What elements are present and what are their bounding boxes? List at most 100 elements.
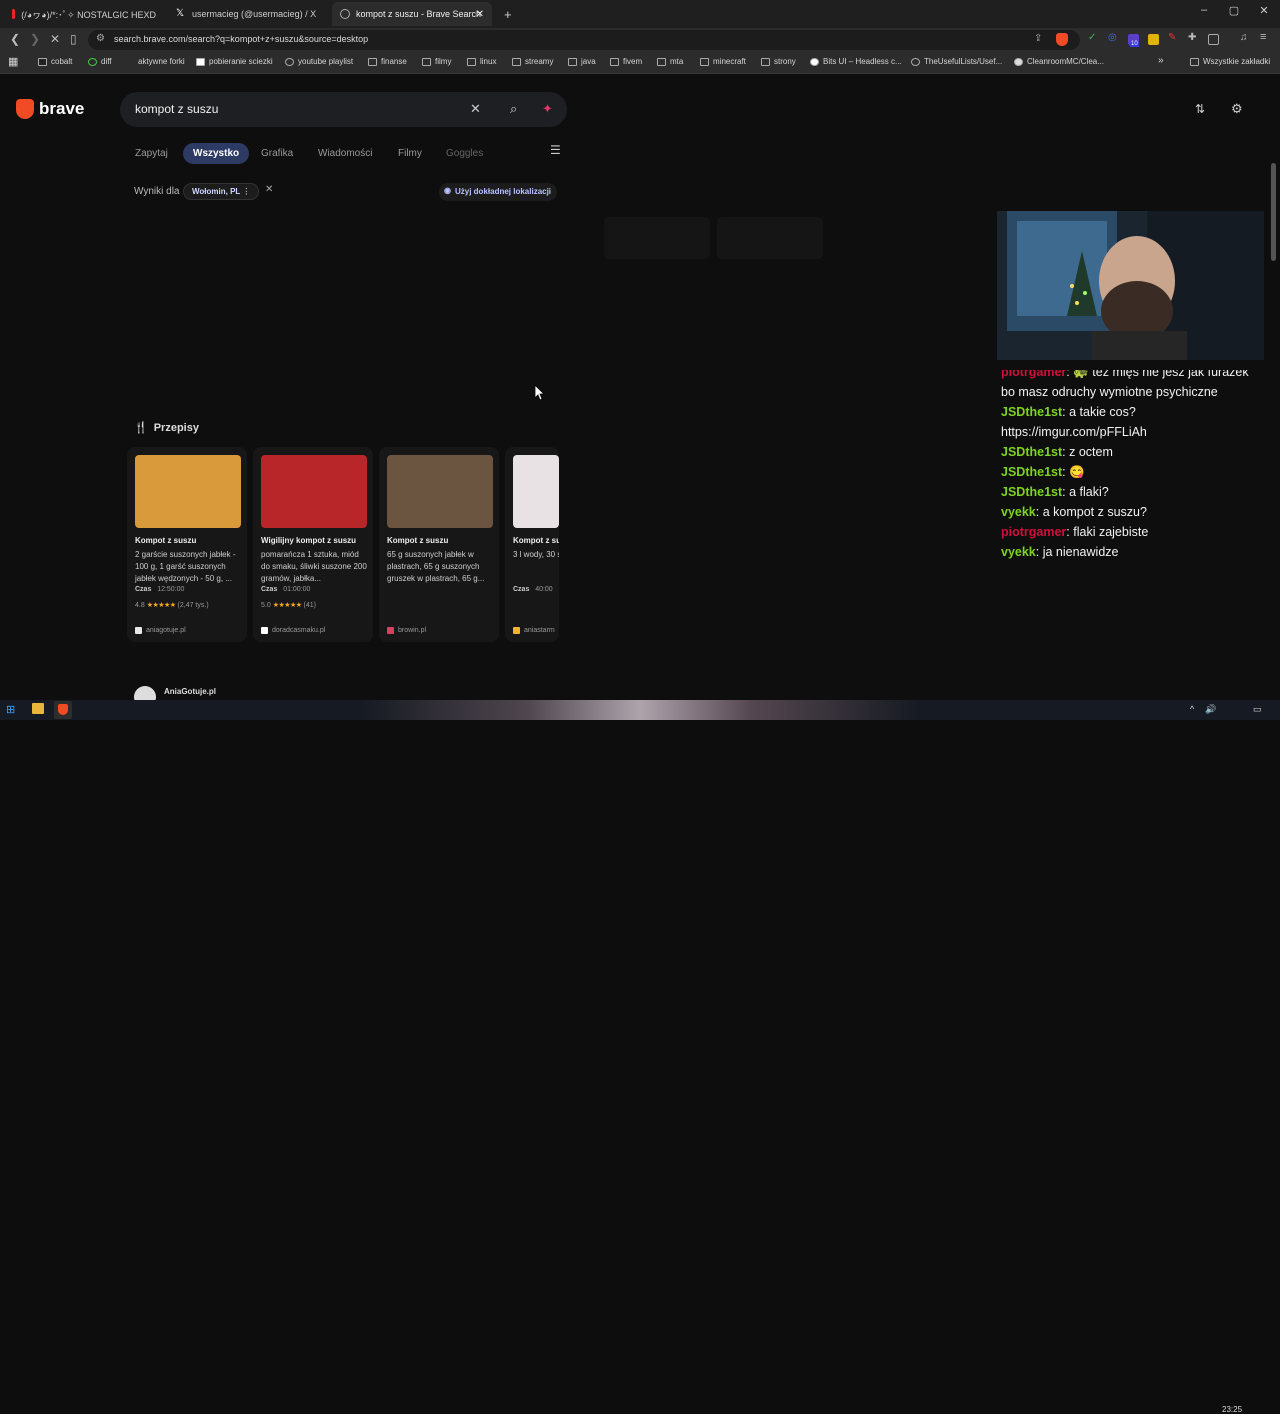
- tab-wszystko[interactable]: Wszystko: [183, 143, 250, 164]
- bookmark-item[interactable]: aktywne forki: [125, 57, 185, 66]
- tab-strip: (/◕ヮ◕)/*:･ﾟ✧ NOSTALGIC HEXD 𝕏 usermacieg…: [0, 0, 1280, 28]
- tab-brave-search[interactable]: kompot z suszu - Brave Search ✕: [332, 2, 492, 26]
- search-input[interactable]: kompot z suszu: [135, 102, 218, 116]
- chat-username[interactable]: JSDthe1st: [1001, 465, 1062, 479]
- recipe-card[interactable]: Kompot z su 3 l wody, 30 śliwek, 200 jabł…: [505, 447, 559, 642]
- ai-assistant-icon[interactable]: ✦: [542, 101, 553, 117]
- recipe-card[interactable]: Kompot z suszu 65 g suszonych jabłek w pl…: [379, 447, 499, 642]
- chat-username[interactable]: piotrgamer: [1001, 370, 1066, 379]
- sidebar-icon[interactable]: [1208, 34, 1219, 45]
- tab-label: usermacieg (@usermacieg) / X: [192, 9, 317, 19]
- recipe-card[interactable]: Wigilijny kompot z suszu pomarańcza 1 szt…: [253, 447, 373, 642]
- wallet-extension-icon[interactable]: ◎: [1108, 32, 1119, 43]
- bookmark-icon[interactable]: ▯: [70, 32, 77, 46]
- chat-text: a flaki?: [1065, 485, 1109, 499]
- stop-loading-icon[interactable]: ✕: [50, 32, 60, 46]
- notifications-icon[interactable]: ▭: [1253, 704, 1262, 715]
- site-info-icon[interactable]: ⚙: [96, 33, 105, 44]
- recipe-ingredients: 2 garście suszonych jabłek - 100 g, 1 ga…: [135, 550, 236, 583]
- brave-taskbar-button[interactable]: [54, 701, 72, 719]
- chat-username[interactable]: piotrgamer: [1001, 525, 1066, 539]
- share-icon[interactable]: ⇪: [1034, 33, 1042, 44]
- bookmark-folder[interactable]: finanse: [368, 57, 407, 66]
- bookmark-folder[interactable]: strony: [761, 57, 796, 66]
- bookmarks-overflow-button[interactable]: »: [1158, 55, 1164, 66]
- brave-logo[interactable]: brave: [16, 99, 84, 119]
- filters-icon[interactable]: ☰: [550, 143, 561, 157]
- tab-zapytaj[interactable]: Zapytaj: [125, 143, 178, 164]
- chat-message: JSDthe1st: z octem: [1001, 445, 1113, 459]
- system-clock[interactable]: 23:25: [1222, 1405, 1242, 1414]
- tab-filmy[interactable]: Filmy: [388, 143, 432, 164]
- exact-location-button[interactable]: ◉ Użyj dokładnej lokalizacji: [439, 183, 558, 201]
- settings-gear-icon[interactable]: ⚙: [1231, 101, 1243, 117]
- tab-goggles[interactable]: Goggles: [436, 143, 493, 164]
- close-window-button[interactable]: ✕: [1249, 4, 1279, 17]
- bookmark-item[interactable]: Bits UI – Headless c...: [810, 57, 902, 66]
- bookmark-folder[interactable]: fivem: [610, 57, 642, 66]
- forward-icon[interactable]: ❯: [30, 32, 40, 46]
- menu-icon[interactable]: ≡: [1260, 31, 1271, 43]
- bookmark-item[interactable]: diff: [88, 57, 112, 66]
- tab-grafika[interactable]: Grafika: [251, 143, 303, 164]
- bookmark-folder[interactable]: linux: [467, 57, 496, 66]
- bookmark-item[interactable]: TheUsefulLists/Usef...: [911, 57, 1002, 66]
- check-extension-icon[interactable]: ✓: [1088, 32, 1099, 43]
- search-box[interactable]: kompot z suszu ✕ ⌕ ✦: [120, 92, 567, 127]
- recipe-source[interactable]: doradcasmaku.pl: [261, 627, 325, 634]
- clear-icon[interactable]: ✕: [470, 101, 481, 117]
- chat-username[interactable]: JSDthe1st: [1001, 445, 1062, 459]
- result-site-name[interactable]: AniaGotuje.pl: [164, 687, 216, 696]
- recipe-title: Kompot z suszu: [135, 536, 197, 545]
- extensions-puzzle-icon[interactable]: ✚: [1188, 32, 1199, 43]
- windows-start-icon[interactable]: ⊞: [6, 703, 15, 716]
- search-icon[interactable]: ⌕: [510, 101, 517, 117]
- brave-shields-icon[interactable]: [1056, 33, 1068, 46]
- recipe-rating: 4.8 ★★★★★ (2,47 tys.): [135, 602, 209, 609]
- new-tab-button[interactable]: +: [496, 2, 516, 26]
- recipe-source[interactable]: browin.pl: [387, 627, 426, 634]
- bookmark-folder[interactable]: minecraft: [700, 57, 746, 66]
- chat-username[interactable]: JSDthe1st: [1001, 485, 1062, 499]
- recipe-ingredients: 65 g suszonych jabłek w plastrach, 65 g …: [387, 550, 485, 583]
- recipe-card[interactable]: Kompot z suszu 2 garście suszonych jabłek…: [127, 447, 247, 642]
- tab-nostalgic[interactable]: (/◕ヮ◕)/*:･ﾟ✧ NOSTALGIC HEXD: [4, 2, 164, 26]
- bookmark-folder[interactable]: streamy: [512, 57, 553, 66]
- sort-icon[interactable]: ⇅: [1195, 102, 1205, 116]
- close-tab-icon[interactable]: ✕: [476, 9, 484, 20]
- chat-username[interactable]: vyekk: [1001, 505, 1036, 519]
- location-close-icon[interactable]: ✕: [265, 184, 273, 195]
- tab-x[interactable]: 𝕏 usermacieg (@usermacieg) / X: [168, 2, 328, 26]
- minimize-button[interactable]: –: [1189, 4, 1219, 16]
- tab-wiadomosci[interactable]: Wiadomości: [308, 143, 382, 164]
- location-menu-icon[interactable]: ⋮: [242, 187, 250, 196]
- recipe-image: [135, 455, 241, 528]
- scrollbar[interactable]: [1271, 163, 1276, 261]
- all-bookmarks[interactable]: Wszystkie zakładki: [1190, 57, 1270, 66]
- extension-icon[interactable]: [1148, 34, 1159, 45]
- chat-username[interactable]: vyekk: [1001, 545, 1036, 559]
- file-explorer-icon[interactable]: [32, 703, 44, 714]
- recipe-image: [513, 455, 559, 528]
- chat-username[interactable]: JSDthe1st: [1001, 405, 1062, 419]
- pen-extension-icon[interactable]: ✎: [1168, 32, 1179, 43]
- bookmark-item[interactable]: cobalt: [38, 57, 72, 66]
- maximize-button[interactable]: ▢: [1219, 4, 1249, 17]
- bookmark-folder[interactable]: filmy: [422, 57, 451, 66]
- bookmark-item[interactable]: pobieranie sciezki: [196, 57, 273, 66]
- location-pill[interactable]: Wołomin, PL ⋮: [183, 183, 260, 200]
- volume-icon[interactable]: 🔊: [1205, 704, 1216, 715]
- bookmark-item[interactable]: youtube playlist: [285, 57, 353, 66]
- apps-grid-icon[interactable]: ▦: [8, 55, 18, 68]
- bookmark-folder[interactable]: mta: [657, 57, 683, 66]
- recipe-source[interactable]: aniastarm: [513, 627, 555, 634]
- browser-toolbar: ❮ ❯ ✕ ▯ ⚙ search.brave.com/search?q=komp…: [0, 28, 1280, 52]
- recipe-source[interactable]: aniagotuje.pl: [135, 627, 186, 634]
- bookmark-item[interactable]: CleanroomMC/Clea...: [1014, 57, 1104, 66]
- address-bar[interactable]: ⚙ search.brave.com/search?q=kompot+z+sus…: [88, 30, 1080, 50]
- back-icon[interactable]: ❮: [10, 32, 20, 46]
- tray-chevron-icon[interactable]: ^: [1190, 704, 1194, 714]
- loading-placeholder: [717, 217, 823, 259]
- bookmark-folder[interactable]: java: [568, 57, 596, 66]
- media-icon[interactable]: ♫: [1240, 32, 1251, 43]
